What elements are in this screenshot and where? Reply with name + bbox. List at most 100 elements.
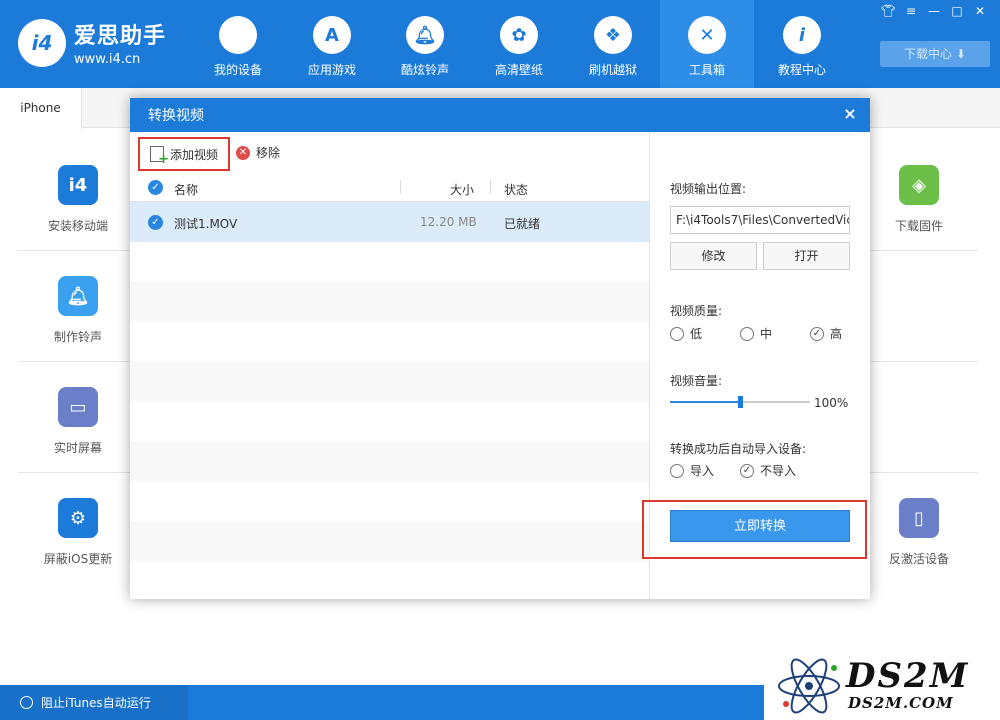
volume-value: 100% — [814, 396, 849, 410]
column-status[interactable]: 状态 — [504, 181, 528, 198]
radio-checked-icon: ✓ — [740, 463, 754, 478]
column-size[interactable]: 大小 — [450, 181, 474, 198]
menu-icon[interactable]: ≡ — [901, 4, 921, 18]
volume-slider-handle[interactable] — [738, 396, 743, 408]
top-bar: i4 爱思助手 www.i4.cn 我的设备 A 应用游戏 🔔︎ 酷炫铃声 ✿ … — [0, 0, 1000, 88]
appstore-icon: A — [313, 16, 351, 54]
i4-logo-icon: i4 — [18, 18, 66, 67]
dialog-title: 转换视频 — [148, 108, 204, 124]
modify-path-button[interactable]: 修改 — [670, 242, 757, 270]
tool-deactivate-device[interactable]: ▯ 反激活设备 — [859, 498, 979, 567]
maximize-icon[interactable]: □ — [947, 4, 967, 18]
dialog-close-button[interactable]: × — [838, 103, 862, 127]
file-list-pane: 添加视频 ✕ 移除 ✓ 名称 大小 状态 ✓ 测试1.MOV 12.20 MB … — [130, 132, 650, 599]
monitor-icon: ▭ — [58, 387, 98, 427]
quality-low-radio[interactable]: 低 — [670, 325, 702, 342]
flower-icon: ✿ — [500, 16, 538, 54]
download-icon: ⬇ — [955, 47, 966, 61]
quality-medium-radio[interactable]: 中 — [740, 325, 772, 342]
nav-tutorials[interactable]: i 教程中心 — [755, 0, 849, 88]
minimize-icon[interactable]: — — [924, 4, 944, 18]
volume-label: 视频音量: — [670, 374, 723, 388]
file-status: 已就绪 — [504, 217, 541, 231]
remove-icon: ✕ — [236, 145, 250, 160]
quality-option-label: 低 — [690, 327, 703, 341]
watermark-small: DS2M.COM — [848, 694, 954, 712]
auto-import-label: 转换成功后自动导入设备: — [670, 442, 807, 456]
volume-slider-fill — [670, 401, 740, 403]
nav-my-device[interactable]: 我的设备 — [191, 0, 285, 88]
nav-label: 高清壁纸 — [494, 63, 543, 77]
tool-download-firmware[interactable]: ◈ 下载固件 — [859, 165, 979, 234]
tools-icon: ✕ — [688, 16, 726, 54]
file-table-header: ✓ 名称 大小 状态 — [130, 174, 649, 202]
empty-row — [130, 442, 649, 482]
volume-slider[interactable] — [670, 396, 810, 408]
quality-option-label: 高 — [830, 327, 843, 341]
itunes-block-toggle[interactable]: 阻止iTunes自动运行 — [0, 685, 188, 720]
tool-realtime-screen[interactable]: ▭ 实时屏幕 — [18, 387, 138, 456]
import-radio[interactable]: 导入 — [670, 462, 714, 479]
radio-circle-icon — [670, 463, 684, 478]
empty-row — [130, 282, 649, 322]
empty-row — [130, 242, 649, 282]
app-logo[interactable]: i4 爱思助手 www.i4.cn — [18, 18, 166, 67]
tool-block-ios-update[interactable]: ⚙ 屏蔽iOS更新 — [18, 498, 138, 567]
file-toolbar: 添加视频 ✕ 移除 — [130, 132, 649, 174]
add-video-label: 添加视频 — [170, 147, 219, 162]
cube-icon: ◈ — [899, 165, 939, 205]
quality-high-radio[interactable]: ✓ 高 — [810, 325, 842, 342]
bell-icon: 🔔︎ — [406, 16, 444, 54]
nav-label: 刷机越狱 — [588, 63, 637, 77]
close-icon[interactable]: ✕ — [970, 4, 990, 18]
add-video-button[interactable]: 添加视频 — [138, 137, 230, 171]
column-separator[interactable] — [490, 180, 491, 194]
tool-install-mobile[interactable]: i4 安装移动端 — [18, 165, 138, 234]
select-all-checkbox[interactable]: ✓ — [148, 180, 163, 195]
quality-option-label: 中 — [760, 327, 773, 341]
tab-iphone[interactable]: iPhone — [0, 88, 82, 129]
nav-flash-jailbreak[interactable]: ❖ 刷机越狱 — [566, 0, 660, 88]
nav-label: 酷炫铃声 — [400, 63, 449, 77]
watermark: DS2M DS2M.COM — [764, 652, 1000, 720]
highlight-box — [642, 500, 867, 559]
column-name[interactable]: 名称 — [174, 181, 198, 198]
i4-app-icon: i4 — [58, 165, 98, 205]
empty-row — [130, 522, 649, 562]
app-url: www.i4.cn — [74, 52, 141, 67]
import-option-label: 导入 — [690, 464, 715, 478]
radio-circle-icon — [740, 326, 754, 341]
nav-wallpapers[interactable]: ✿ 高清壁纸 — [472, 0, 566, 88]
info-icon: i — [783, 16, 821, 54]
file-name: 测试1.MOV — [174, 217, 238, 231]
download-center-button[interactable]: 下载中心 ⬇ — [880, 41, 990, 67]
no-import-radio[interactable]: ✓ 不导入 — [740, 462, 796, 479]
output-location-label: 视频输出位置: — [670, 182, 747, 196]
tool-label: 下载固件 — [894, 219, 943, 233]
empty-row — [130, 362, 649, 402]
tool-label: 制作铃声 — [53, 330, 102, 344]
nav-ringtones[interactable]: 🔔︎ 酷炫铃声 — [378, 0, 472, 88]
column-separator[interactable] — [400, 180, 401, 194]
nav-label: 我的设备 — [213, 63, 262, 77]
remove-button[interactable]: ✕ 移除 — [236, 144, 280, 161]
nav-apps-games[interactable]: A 应用游戏 — [285, 0, 379, 88]
tool-make-ringtone[interactable]: 🔔︎ 制作铃声 — [18, 276, 138, 345]
row-checkbox[interactable]: ✓ — [148, 215, 163, 230]
dialog-title-bar: 转换视频 × — [130, 98, 870, 132]
nav-label: 应用游戏 — [307, 63, 356, 77]
quality-label: 视频质量: — [670, 304, 723, 318]
nav-toolbox[interactable]: ✕ 工具箱 — [660, 0, 754, 88]
open-folder-button[interactable]: 打开 — [763, 242, 850, 270]
add-file-icon — [150, 146, 169, 167]
box-icon: ❖ — [594, 16, 632, 54]
download-center-label: 下载中心 — [904, 47, 953, 61]
table-row[interactable]: ✓ 测试1.MOV 12.20 MB 已就绪 — [130, 202, 649, 242]
bell-plus-icon: 🔔︎ — [58, 276, 98, 316]
shirt-icon[interactable]: 👕︎ — [878, 4, 898, 18]
tool-label: 实时屏幕 — [53, 441, 102, 455]
output-path-field[interactable]: F:\i4Tools7\Files\ConvertedVic — [670, 206, 850, 234]
empty-row — [130, 402, 649, 442]
tool-label: 反激活设备 — [888, 552, 949, 566]
tool-label: 安装移动端 — [47, 219, 108, 233]
